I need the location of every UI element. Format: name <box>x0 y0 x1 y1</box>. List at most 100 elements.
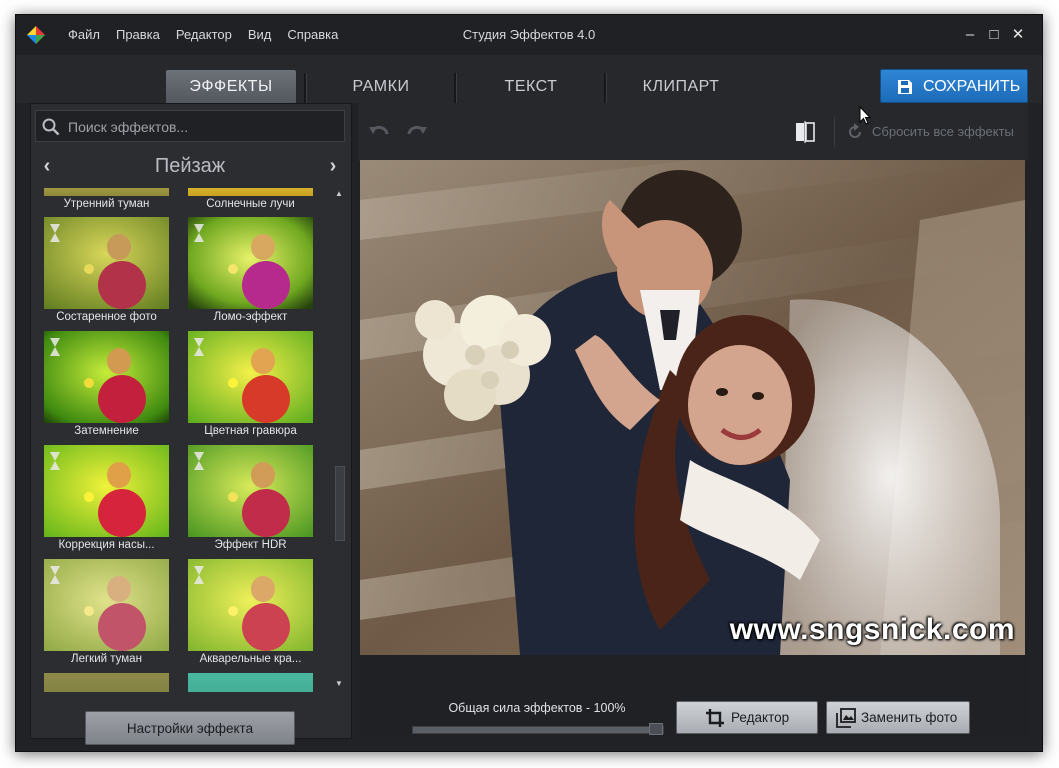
watermark-text: www.sngsnick.com <box>729 613 1015 646</box>
tab-divider <box>304 73 307 103</box>
minimize-button[interactable]: – <box>957 15 983 55</box>
redo-icon[interactable] <box>406 121 428 143</box>
maximize-button[interactable]: □ <box>981 15 1007 55</box>
reset-label: Сбросить все эффекты <box>872 124 1014 139</box>
effect-thumbnail <box>44 559 169 651</box>
effect-thumbnail <box>44 217 169 309</box>
effect-name: Затемнение <box>74 425 139 437</box>
effect-thumbnail <box>188 445 313 537</box>
effects-list: Утренний туман Солнечные лучи Состаренно… <box>31 188 336 692</box>
mouse-cursor-icon <box>859 106 871 125</box>
effect-tile[interactable]: Состаренное фото <box>44 217 169 323</box>
effect-thumbnail <box>188 331 313 423</box>
effect-tile[interactable]: Солнечные лучи <box>188 188 313 210</box>
slider-fill <box>413 727 663 733</box>
menu-view[interactable]: Вид <box>240 15 280 55</box>
effect-tile[interactable] <box>188 673 313 692</box>
close-button[interactable]: ✕ <box>1005 15 1031 55</box>
preview-toolbar: Сбросить все эффекты <box>358 103 1028 161</box>
category-name: Пейзаж <box>154 155 226 177</box>
effect-settings-button[interactable]: Настройки эффекта <box>85 711 295 745</box>
effect-thumbnail <box>44 445 169 537</box>
scroll-down-icon[interactable]: ▼ <box>333 678 345 690</box>
effect-thumbnail <box>188 559 313 651</box>
hourglass-icon <box>50 566 60 584</box>
replace-photo-label: Заменить фото <box>861 710 958 725</box>
toolbar-divider <box>834 117 835 147</box>
tab-bar: ЭФФЕКТЫ РАМКИ ТЕКСТ КЛИПАРТ СОХРАНИТЬ <box>16 55 1042 104</box>
menu-editor[interactable]: Редактор <box>168 15 240 55</box>
menu-bar: Файл Правка Редактор Вид Справка <box>60 15 346 55</box>
effects-panel: ‹ Пейзаж › Утренний туман Солнечные лучи <box>30 103 352 745</box>
effect-tile[interactable] <box>44 673 169 692</box>
tab-effects[interactable]: ЭФФЕКТЫ <box>166 70 296 104</box>
effect-name: Утренний туман <box>63 198 150 210</box>
photo-preview: www.sngsnick.com <box>360 160 1025 655</box>
replace-photo-button[interactable]: Заменить фото <box>826 701 970 734</box>
effect-name: Акварельные кра... <box>199 653 302 665</box>
effect-tile[interactable]: Акварельные кра... <box>188 559 313 665</box>
effect-name: Солнечные лучи <box>206 198 295 210</box>
floppy-disk-icon <box>898 80 912 94</box>
wedding-photo <box>360 160 1025 655</box>
reset-all-effects-button[interactable]: Сбросить все эффекты <box>846 113 1014 151</box>
slider-handle[interactable] <box>649 723 663 735</box>
effect-name: Эффект HDR <box>214 539 287 551</box>
effect-thumbnail <box>188 673 313 692</box>
app-window: Файл Правка Редактор Вид Справка Студия … <box>15 14 1043 752</box>
hourglass-icon <box>50 452 60 470</box>
preview-area: Сбросить все эффекты www.sngsnick.com Об… <box>358 103 1028 737</box>
scroll-up-icon[interactable]: ▲ <box>333 188 345 200</box>
save-button[interactable]: СОХРАНИТЬ <box>880 69 1028 103</box>
hourglass-icon <box>194 566 204 584</box>
category-switcher: ‹ Пейзаж › <box>31 148 349 184</box>
effect-thumbnail <box>44 673 169 692</box>
compare-icon[interactable] <box>794 121 816 143</box>
tab-divider <box>454 73 457 103</box>
effect-name: Коррекция насы... <box>58 539 155 551</box>
title-bar: Файл Правка Редактор Вид Справка Студия … <box>16 15 1042 55</box>
crop-icon <box>706 709 724 727</box>
effect-name: Ломо-эффект <box>213 311 288 323</box>
effect-thumbnail <box>188 188 313 196</box>
effect-strength-slider[interactable] <box>412 723 664 735</box>
editor-button[interactable]: Редактор <box>676 701 818 734</box>
app-logo-icon <box>27 26 45 44</box>
effect-name: Состаренное фото <box>56 311 157 323</box>
effect-tile[interactable]: Затемнение <box>44 331 169 437</box>
menu-help[interactable]: Справка <box>279 15 346 55</box>
effect-tile[interactable]: Цветная гравюра <box>188 331 313 437</box>
save-label: СОХРАНИТЬ <box>923 78 1021 95</box>
effect-thumbnail <box>44 331 169 423</box>
hourglass-icon <box>194 452 204 470</box>
menu-edit[interactable]: Правка <box>108 15 168 55</box>
undo-icon[interactable] <box>368 121 390 143</box>
editor-label: Редактор <box>731 710 790 725</box>
hourglass-icon <box>50 338 60 356</box>
effect-thumbnail <box>188 217 313 309</box>
image-icon <box>836 708 856 728</box>
effect-tile[interactable]: Легкий туман <box>44 559 169 665</box>
next-category-button[interactable]: › <box>323 148 343 184</box>
effect-name: Легкий туман <box>71 653 142 665</box>
effect-thumbnail <box>44 188 169 196</box>
search-box <box>35 110 345 142</box>
scrollbar-thumb[interactable] <box>335 466 345 541</box>
hourglass-icon <box>194 338 204 356</box>
effect-tile[interactable]: Утренний туман <box>44 188 169 210</box>
tab-text[interactable]: ТЕКСТ <box>466 70 596 104</box>
effect-name: Цветная гравюра <box>204 425 297 437</box>
hourglass-icon <box>50 224 60 242</box>
search-input[interactable] <box>66 115 340 139</box>
effect-strength-label: Общая сила эффектов - 100% <box>448 701 626 715</box>
tab-frames[interactable]: РАМКИ <box>316 70 446 104</box>
tab-divider <box>604 73 607 103</box>
effect-tile[interactable]: Коррекция насы... <box>44 445 169 551</box>
search-icon <box>42 118 60 136</box>
effect-tile[interactable]: Ломо-эффект <box>188 217 313 323</box>
menu-file[interactable]: Файл <box>60 15 108 55</box>
effects-scrollbar[interactable]: ▲ ▼ <box>333 188 345 692</box>
tab-clipart[interactable]: КЛИПАРТ <box>616 70 746 104</box>
effect-tile[interactable]: Эффект HDR <box>188 445 313 551</box>
hourglass-icon <box>194 224 204 242</box>
